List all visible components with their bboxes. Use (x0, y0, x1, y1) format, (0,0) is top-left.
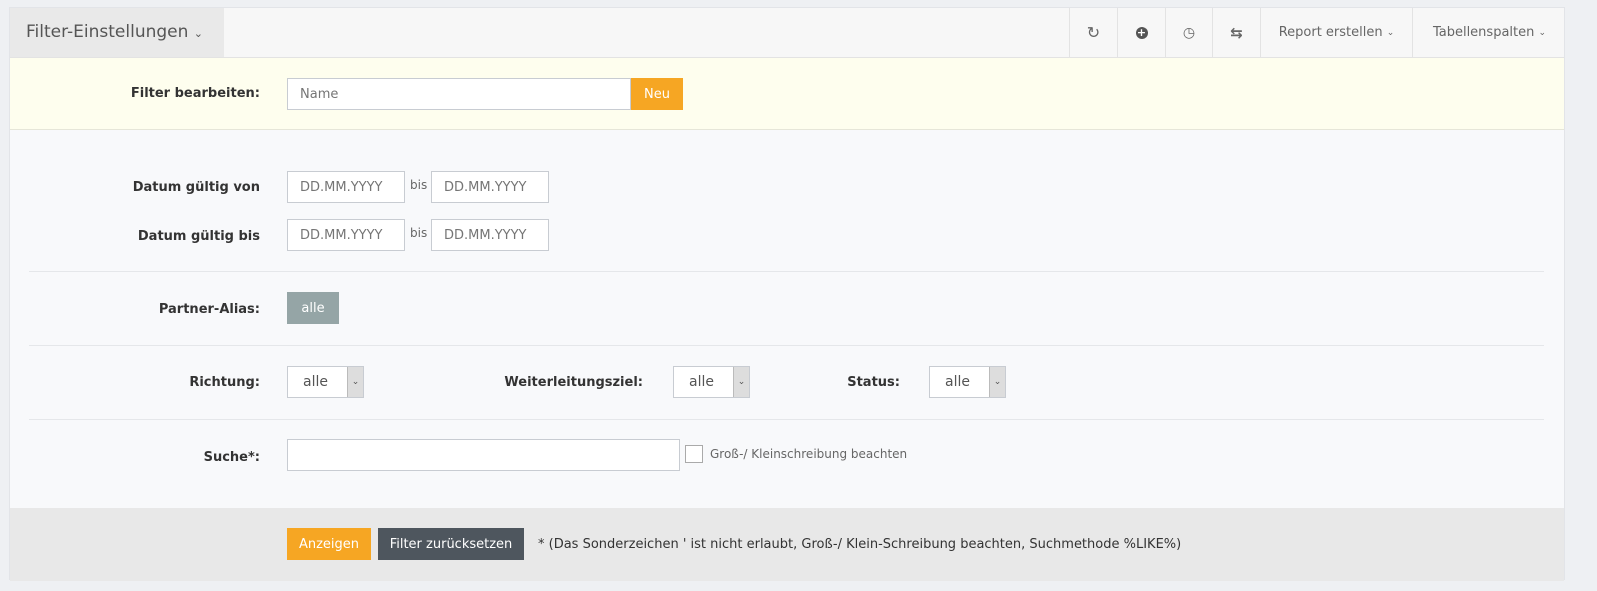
filter-edit-label: Filter bearbeiten: (130, 86, 260, 101)
richtung-select[interactable]: alle ⌄ (287, 366, 364, 398)
case-sensitive-label: Groß-/ Kleinschreibung beachten (710, 447, 908, 461)
status-value: alle (945, 374, 970, 390)
refresh-button[interactable]: ↻ (1069, 8, 1117, 57)
bis-label: bis (410, 178, 428, 192)
valid-from-label: Datum gültig von (132, 180, 260, 195)
add-button[interactable]: + (1117, 8, 1165, 57)
valid-from-start-input[interactable] (287, 171, 405, 203)
report-label: Report erstellen (1278, 25, 1383, 40)
richtung-label: Richtung: (189, 375, 260, 390)
clock-icon: ◷ (1182, 24, 1196, 41)
bis-label: bis (410, 226, 428, 240)
panel-header: Filter-Einstellungen ⌄ ↻ + ◷ ⇆ Report er… (10, 8, 1564, 58)
valid-to-end-input[interactable] (431, 219, 549, 251)
plus-circle-icon: + (1135, 25, 1148, 39)
report-dropdown[interactable]: Report erstellen ⌄ (1260, 8, 1412, 57)
divider (29, 271, 1544, 272)
valid-to-label: Datum gültig bis (137, 229, 260, 244)
history-button[interactable]: ◷ (1165, 8, 1212, 57)
filter-panel: Filter-Einstellungen ⌄ ↻ + ◷ ⇆ Report er… (9, 7, 1565, 581)
columns-label: Tabellenspalten (1432, 25, 1535, 40)
search-label: Suche*: (203, 450, 260, 465)
chevron-down-icon: ⌄ (347, 367, 363, 397)
divider (29, 419, 1544, 420)
retweet-button[interactable]: ⇆ (1212, 8, 1260, 57)
search-note: * (Das Sonderzeichen ' ist nicht erlaubt… (538, 537, 1182, 552)
filter-edit-section: Filter bearbeiten: Neu (10, 58, 1564, 130)
chevron-down-icon: ⌄ (989, 367, 1005, 397)
filter-name-input[interactable] (287, 78, 631, 110)
reset-filter-button[interactable]: Filter zurücksetzen (378, 528, 524, 560)
status-label: Status: (847, 375, 900, 390)
chevron-down-icon: ⌄ (193, 27, 204, 40)
weiterleitungsziel-label: Weiterleitungsziel: (504, 375, 643, 390)
footer-bar: Anzeigen Filter zurücksetzen * (Das Sond… (10, 508, 1564, 581)
filter-settings-toggle[interactable]: Filter-Einstellungen ⌄ (10, 8, 224, 57)
valid-from-end-input[interactable] (431, 171, 549, 203)
chevron-down-icon: ⌄ (1538, 27, 1547, 38)
columns-dropdown[interactable]: Tabellenspalten ⌄ (1412, 8, 1566, 57)
search-input[interactable] (287, 439, 680, 471)
valid-to-start-input[interactable] (287, 219, 405, 251)
partner-alias-button[interactable]: alle (287, 292, 339, 324)
status-select[interactable]: alle ⌄ (929, 366, 1006, 398)
richtung-value: alle (303, 374, 328, 390)
show-button[interactable]: Anzeigen (287, 528, 371, 560)
case-sensitive-checkbox[interactable] (685, 445, 703, 463)
divider (29, 345, 1544, 346)
new-filter-button[interactable]: Neu (631, 78, 683, 110)
partner-alias-label: Partner-Alias: (158, 302, 260, 317)
panel-title: Filter-Einstellungen (26, 22, 189, 42)
retweet-icon: ⇆ (1230, 23, 1243, 42)
refresh-icon: ↻ (1086, 23, 1101, 42)
chevron-down-icon: ⌄ (1386, 27, 1395, 38)
